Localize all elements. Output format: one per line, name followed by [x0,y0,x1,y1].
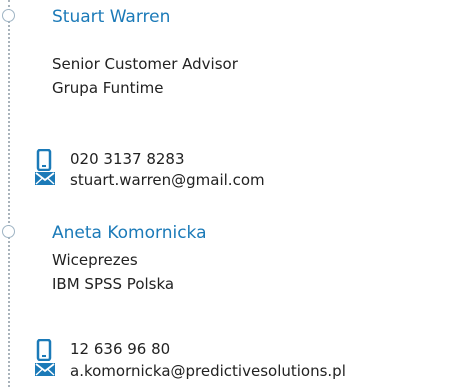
timeline-bullet [2,225,15,238]
contact-name[interactable]: Aneta Komornicka [52,222,207,244]
contact-title: Wiceprezes [52,251,138,269]
contact-title: Senior Customer Advisor [52,55,238,73]
phone-number[interactable]: 020 3137 8283 [70,149,185,169]
email-row: a.komornicka@predictivesolutions.pl [34,360,346,382]
timeline-line [8,0,10,387]
contact-name[interactable]: Stuart Warren [52,6,170,28]
email-link[interactable]: stuart.warren@gmail.com [70,170,265,190]
contact-company: Grupa Funtime [52,79,164,97]
phone-icon [34,338,54,362]
phone-icon [34,148,54,172]
email-link[interactable]: a.komornicka@predictivesolutions.pl [70,361,346,381]
phone-number[interactable]: 12 636 96 80 [70,339,170,359]
contact-company: IBM SPSS Polska [52,275,175,293]
timeline-bullet [2,9,15,22]
phone-row: 020 3137 8283 [34,148,185,172]
email-icon [34,361,55,381]
email-row: stuart.warren@gmail.com [34,169,265,191]
email-icon [34,170,55,190]
phone-row: 12 636 96 80 [34,338,170,362]
